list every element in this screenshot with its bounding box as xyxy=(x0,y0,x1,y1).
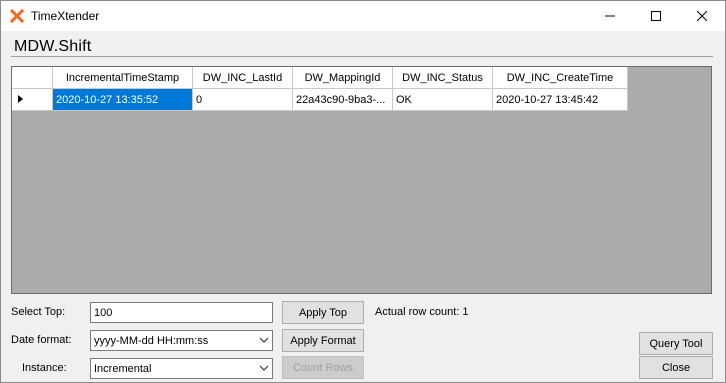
column-header[interactable]: IncrementalTimeStamp xyxy=(53,67,193,89)
page-title: MDW.Shift xyxy=(14,38,92,55)
date-format-select[interactable]: yyyy-MM-dd HH:mm:ss xyxy=(90,330,273,351)
current-row-arrow-icon xyxy=(12,94,24,106)
select-top-label: Select Top: xyxy=(11,306,66,318)
window-title: TimeXtender xyxy=(31,9,100,23)
instance-value: Incremental xyxy=(94,362,152,375)
close-window-button[interactable] xyxy=(679,1,725,31)
maximize-icon xyxy=(651,11,661,21)
chevron-down-icon xyxy=(259,363,269,376)
column-header[interactable]: DW_MappingId xyxy=(293,67,393,89)
instance-select[interactable]: Incremental xyxy=(90,358,273,379)
minimize-icon xyxy=(605,11,615,21)
grid-corner[interactable] xyxy=(12,67,53,89)
close-icon xyxy=(697,11,707,21)
column-header[interactable]: DW_INC_Status xyxy=(393,67,493,89)
column-header[interactable]: DW_INC_CreateTime xyxy=(493,67,628,89)
app-window: TimeXtender MDW.Shift IncrementalTimeSta… xyxy=(0,0,726,383)
maximize-button[interactable] xyxy=(633,1,679,31)
table-cell[interactable]: 22a43c90-9ba3-... xyxy=(293,89,393,111)
row-header[interactable] xyxy=(12,89,53,111)
minimize-button[interactable] xyxy=(587,1,633,31)
table-row[interactable]: 2020-10-27 13:35:52 0 22a43c90-9ba3-... … xyxy=(12,89,628,111)
apply-top-button[interactable]: Apply Top xyxy=(282,301,364,324)
apply-format-button[interactable]: Apply Format xyxy=(282,329,364,352)
title-bar: TimeXtender xyxy=(1,1,725,31)
table-cell[interactable]: 2020-10-27 13:35:52 xyxy=(53,89,193,111)
query-tool-button[interactable]: Query Tool xyxy=(639,332,713,355)
chevron-down-icon xyxy=(259,335,269,348)
data-grid[interactable]: IncrementalTimeStamp DW_INC_LastId DW_Ma… xyxy=(11,66,712,294)
close-button[interactable]: Close xyxy=(639,356,713,379)
title-divider xyxy=(11,56,713,57)
table-cell[interactable]: 0 xyxy=(193,89,293,111)
table-cell[interactable]: OK xyxy=(393,89,493,111)
table-cell[interactable]: 2020-10-27 13:45:42 xyxy=(493,89,628,111)
timextender-x-icon xyxy=(9,8,25,24)
date-format-label: Date format: xyxy=(11,334,72,346)
date-format-value: yyyy-MM-dd HH:mm:ss xyxy=(94,334,209,347)
instance-label: Instance: xyxy=(22,362,67,374)
row-count-text: Actual row count: 1 xyxy=(375,306,469,318)
select-top-input[interactable]: 100 xyxy=(90,302,273,323)
column-header[interactable]: DW_INC_LastId xyxy=(193,67,293,89)
count-rows-button[interactable]: Count Rows xyxy=(282,356,364,379)
grid-header: IncrementalTimeStamp DW_INC_LastId DW_Ma… xyxy=(12,67,628,89)
